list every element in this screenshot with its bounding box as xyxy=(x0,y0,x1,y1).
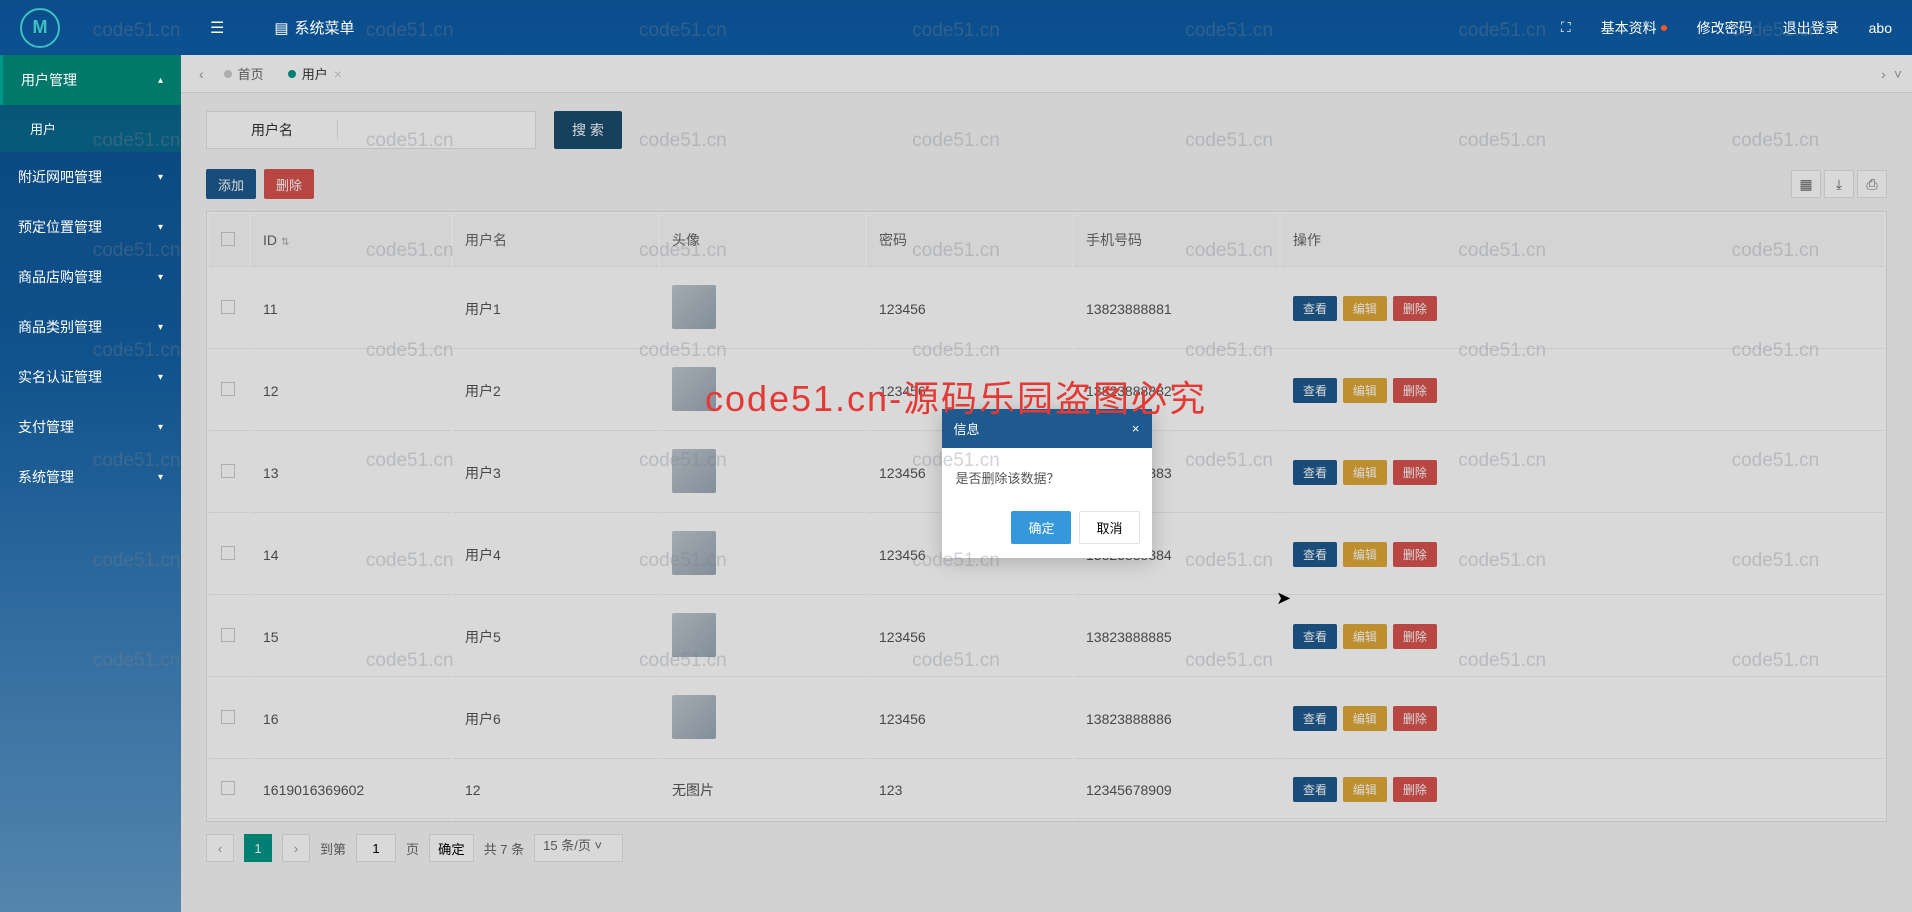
content-area: ‹ 首页 用户× › ˅ 用户名 搜 索 添加 删除 ▦ ⤓ xyxy=(181,55,1912,912)
dialog-header: 信息 × xyxy=(942,409,1152,448)
confirm-button[interactable]: 确定 xyxy=(1011,511,1071,544)
dialog-title: 信息 xyxy=(954,419,980,438)
system-menu-title[interactable]: ▤ 系统菜单 xyxy=(274,17,354,38)
chevron-up-icon: ▴ xyxy=(158,75,163,86)
close-icon[interactable]: × xyxy=(1132,421,1140,436)
logo: M xyxy=(20,8,180,48)
change-password-link[interactable]: 修改密码 xyxy=(1697,18,1753,38)
sidebar-collapse-icon[interactable]: ☰ xyxy=(210,18,224,38)
chevron-down-icon: ▾ xyxy=(158,422,163,433)
logo-icon: M xyxy=(20,8,60,48)
dialog-body: 是否删除该数据？ xyxy=(942,448,1152,501)
chevron-down-icon: ▾ xyxy=(158,222,163,233)
username-label[interactable]: abo xyxy=(1869,20,1892,36)
header-right: ⛶ 基本资料 修改密码 退出登录 abo xyxy=(1561,18,1892,38)
sidebar-sub-user[interactable]: 用户 xyxy=(0,105,181,152)
chevron-down-icon: ▾ xyxy=(158,272,163,283)
sidebar-item-shop[interactable]: 商品店购管理▾ xyxy=(0,252,181,302)
sidebar-item-user-management[interactable]: 用户管理 ▴ xyxy=(0,55,181,105)
sidebar-item-system[interactable]: 系统管理▾ xyxy=(0,452,181,502)
sidebar: 用户管理 ▴ 用户 附近网吧管理▾ 预定位置管理▾ 商品店购管理▾ 商品类别管理… xyxy=(0,55,181,912)
chevron-down-icon: ▾ xyxy=(158,172,163,183)
sidebar-item-realname[interactable]: 实名认证管理▾ xyxy=(0,352,181,402)
chevron-down-icon: ▾ xyxy=(158,472,163,483)
modal-overlay[interactable]: 信息 × 是否删除该数据？ 确定 取消 xyxy=(181,55,1912,912)
notification-dot xyxy=(1661,25,1667,31)
sidebar-item-payment[interactable]: 支付管理▾ xyxy=(0,402,181,452)
confirm-dialog: 信息 × 是否删除该数据？ 确定 取消 xyxy=(942,409,1152,558)
cancel-button[interactable]: 取消 xyxy=(1079,511,1139,544)
menu-icon: ▤ xyxy=(274,19,288,37)
sidebar-item-netbar[interactable]: 附近网吧管理▾ xyxy=(0,152,181,202)
app-header: M ☰ ▤ 系统菜单 ⛶ 基本资料 修改密码 退出登录 abo xyxy=(0,0,1912,55)
logout-link[interactable]: 退出登录 xyxy=(1783,18,1839,38)
system-menu-label: 系统菜单 xyxy=(295,17,355,38)
chevron-down-icon: ▾ xyxy=(158,372,163,383)
dialog-footer: 确定 取消 xyxy=(942,501,1152,558)
sidebar-item-label: 用户管理 xyxy=(21,70,77,90)
chevron-down-icon: ▾ xyxy=(158,322,163,333)
fullscreen-icon[interactable]: ⛶ xyxy=(1561,19,1571,36)
basic-info-link[interactable]: 基本资料 xyxy=(1601,18,1667,38)
sidebar-item-category[interactable]: 商品类别管理▾ xyxy=(0,302,181,352)
sidebar-item-reservation[interactable]: 预定位置管理▾ xyxy=(0,202,181,252)
